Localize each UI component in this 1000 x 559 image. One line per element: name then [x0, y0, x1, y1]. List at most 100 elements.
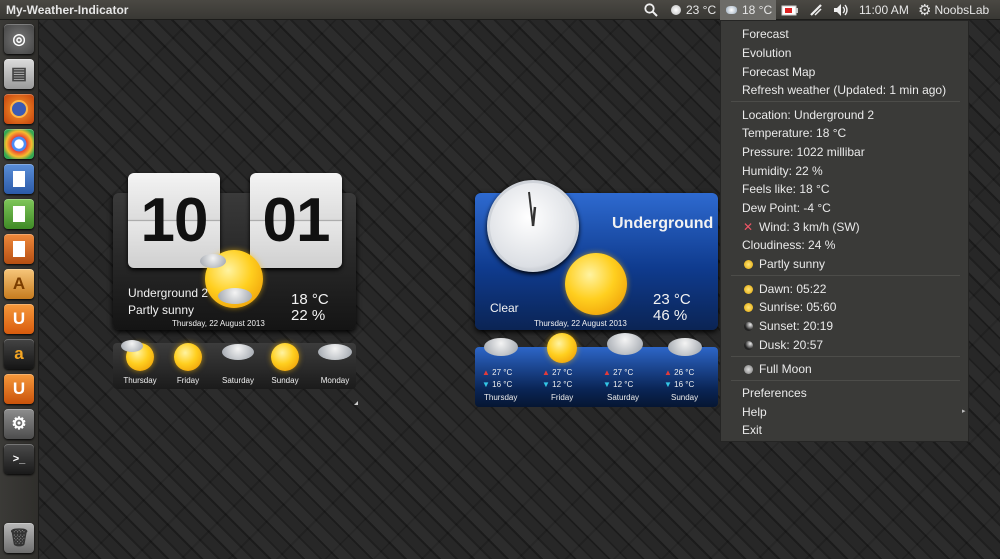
cloud-icon	[218, 288, 252, 304]
menu-dusk[interactable]: Dusk: 20:57	[759, 338, 823, 352]
forecast-day: Thursday	[484, 393, 518, 402]
menu-help[interactable]: Help	[742, 405, 767, 419]
menu-forecast[interactable]: Forecast	[742, 27, 789, 41]
forecast-day: Saturday	[607, 393, 640, 402]
cloud-icon	[200, 254, 226, 268]
cloud-icon	[484, 338, 518, 356]
ug-temperature: 23 °C	[653, 291, 691, 308]
menu-sunset[interactable]: Sunset: 20:19	[759, 319, 833, 333]
gear-icon: ⚙	[918, 2, 932, 19]
forecast-day: Thursday	[123, 376, 157, 385]
menu-location[interactable]: Location: Underground 2	[742, 108, 874, 122]
ug-condition: Clear	[490, 301, 519, 315]
system-settings-icon[interactable]: ⚙	[4, 409, 34, 439]
menu-feels-like[interactable]: Feels like: 18 °C	[742, 182, 830, 196]
down-arrow-icon: ▼	[542, 380, 550, 389]
writer-icon[interactable]	[4, 164, 34, 194]
down-arrow-icon: ▼	[482, 380, 490, 389]
sun-icon	[565, 253, 627, 315]
forecast-low: 16 °C	[674, 380, 695, 389]
forecast-low: 12 °C	[613, 380, 634, 389]
menu-refresh[interactable]: Refresh weather (Updated: 1 min ago)	[742, 83, 946, 97]
weather-menu: Forecast Evolution Forecast Map Refresh …	[720, 20, 969, 442]
menu-dew-point[interactable]: Dew Point: -4 °C	[742, 201, 831, 215]
battery-icon[interactable]	[780, 0, 800, 20]
menu-pressure[interactable]: Pressure: 1022 millibar	[742, 145, 865, 159]
sun-icon	[547, 333, 577, 363]
ubuntu-one-music-icon[interactable]: U	[4, 374, 34, 404]
top-panel: My-Weather-Indicator 23 °C 18 °C 11:00 A…	[0, 0, 1000, 20]
sun-icon	[174, 343, 202, 371]
forecast-low: 16 °C	[492, 380, 513, 389]
dawn-icon	[744, 285, 753, 294]
ug-date: Thursday, 22 August 2013	[534, 319, 627, 328]
menu-temperature[interactable]: Temperature: 18 °C	[742, 126, 846, 140]
menu-condition[interactable]: Partly sunny	[759, 257, 825, 271]
dash-home-icon[interactable]: ◎	[4, 24, 34, 54]
menu-separator	[731, 275, 960, 276]
chrome-icon[interactable]	[4, 129, 34, 159]
menu-forecast-map[interactable]: Forecast Map	[742, 65, 815, 79]
menu-cloudiness[interactable]: Cloudiness: 24 %	[742, 238, 835, 252]
partly-sunny-icon	[744, 260, 753, 269]
sunset-icon	[744, 322, 753, 331]
weather-indicator-2[interactable]: 18 °C	[720, 0, 776, 20]
menu-humidity[interactable]: Humidity: 22 %	[742, 164, 823, 178]
user-name: NoobsLab	[934, 3, 990, 17]
file-cabinet-icon[interactable]: ▤	[4, 59, 34, 89]
up-arrow-icon: ▲	[664, 368, 672, 377]
forecast-day: Sunday	[671, 393, 699, 402]
analog-clock	[487, 180, 579, 272]
full-moon-icon	[744, 365, 753, 374]
clock-indicator[interactable]: 11:00 AM	[859, 0, 909, 20]
indicator-temp-1: 23 °C	[686, 3, 717, 17]
menu-preferences[interactable]: Preferences	[742, 386, 807, 400]
resize-handle[interactable]	[354, 401, 358, 405]
ug-title: Underground	[612, 215, 714, 232]
sun-icon	[271, 343, 299, 371]
menu-separator	[731, 356, 960, 357]
forecast-day: Sunday	[271, 376, 299, 385]
menu-exit[interactable]: Exit	[742, 423, 762, 437]
forecast-day: Friday	[176, 376, 200, 385]
ubuntu-one-icon[interactable]: U	[4, 304, 34, 334]
forecast-day: Friday	[551, 393, 574, 402]
volume-icon[interactable]	[832, 0, 850, 20]
impress-icon[interactable]	[4, 234, 34, 264]
menu-dawn[interactable]: Dawn: 05:22	[759, 282, 826, 296]
widget-humidity: 22 %	[291, 307, 326, 324]
cloud-icon	[121, 340, 143, 352]
calc-icon[interactable]	[4, 199, 34, 229]
forecast-day: Monday	[320, 376, 350, 385]
up-arrow-icon: ▲	[603, 368, 611, 377]
network-icon[interactable]	[807, 0, 825, 20]
menu-wind[interactable]: Wind: 3 km/h (SW)	[759, 220, 860, 234]
trash-icon[interactable]: 🗑	[4, 523, 34, 553]
widget-temperature: 18 °C	[291, 291, 329, 308]
menu-sunrise[interactable]: Sunrise: 05:60	[759, 300, 836, 314]
session-menu[interactable]: ⚙ NoobsLab	[918, 0, 989, 20]
weather-indicator-1[interactable]: 23 °C	[667, 0, 720, 20]
forecast-high: 26 °C	[674, 368, 695, 377]
menu-separator	[731, 101, 960, 102]
menu-evolution[interactable]: Evolution	[742, 46, 791, 60]
software-center-icon[interactable]: A	[4, 269, 34, 299]
indicator-temp-2: 18 °C	[742, 3, 773, 17]
cloud-icon	[668, 338, 702, 356]
wind-icon: ✕	[743, 220, 754, 234]
cloud-icon	[222, 344, 254, 360]
clock-minutes: 01	[250, 173, 342, 268]
widget-date: Thursday, 22 August 2013	[172, 319, 265, 328]
menu-moon[interactable]: Full Moon	[759, 362, 812, 376]
clock-time: 11:00 AM	[859, 3, 909, 17]
search-icon[interactable]	[641, 0, 661, 20]
down-arrow-icon: ▼	[603, 380, 611, 389]
amazon-icon[interactable]: a	[4, 339, 34, 369]
up-arrow-icon: ▲	[482, 368, 490, 377]
firefox-icon[interactable]	[4, 94, 34, 124]
terminal-icon[interactable]: >_	[4, 444, 34, 474]
cloud-icon	[318, 344, 352, 360]
snow-cloud-icon	[607, 333, 643, 355]
sunrise-icon	[744, 303, 753, 312]
forecast-high: 27 °C	[613, 368, 634, 377]
